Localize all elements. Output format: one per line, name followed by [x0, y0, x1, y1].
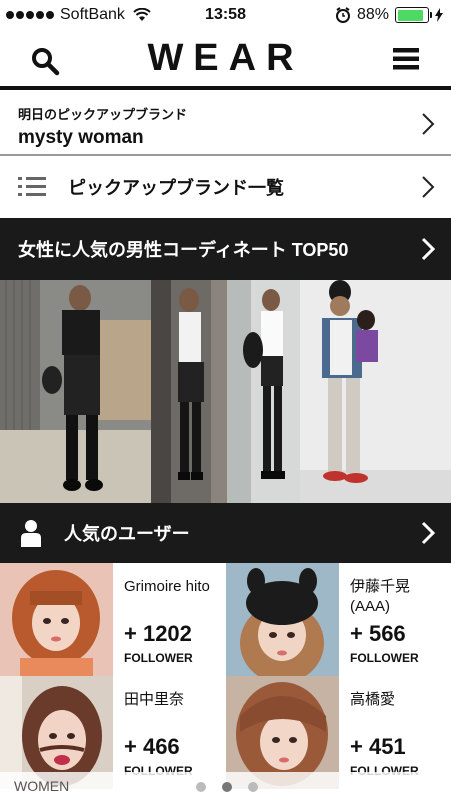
wifi-icon [133, 8, 151, 21]
wear-logo[interactable]: WEAR [147, 37, 303, 80]
top50-label: 女性に人気の男性コーディネート TOP50 [18, 240, 349, 260]
status-bar: SoftBank 13:58 88% [0, 0, 451, 30]
brand-list-label: ピックアップブランド一覧 [68, 178, 284, 198]
chevron-right-icon [422, 113, 435, 135]
clock: 13:58 [205, 6, 246, 23]
popular-users-grid: Grimoire hito + 1202 FOLLOWER 伊藤千晃 (AAA)… [0, 563, 451, 800]
coordinate-photo[interactable] [227, 280, 300, 503]
follower-count: + 466 [124, 734, 180, 759]
coordinate-photo[interactable] [300, 280, 451, 503]
pickup-brand-row[interactable]: 明日のピックアップブランド mysty woman [0, 94, 451, 156]
follower-count: + 566 [350, 621, 406, 646]
page-dot-active[interactable] [222, 782, 232, 792]
tab-women[interactable]: WOMEN [14, 778, 69, 794]
popular-users-label: 人気のユーザー [64, 524, 190, 544]
signal-icon [6, 11, 54, 19]
alarm-icon [335, 7, 350, 23]
battery-icon [395, 7, 432, 23]
follower-count: + 1202 [124, 621, 192, 646]
chevron-right-icon [422, 176, 435, 198]
coordinate-photo[interactable] [151, 280, 227, 503]
follower-label: FOLLOWER [350, 651, 419, 665]
page-dot[interactable] [248, 782, 258, 792]
page-dot[interactable] [196, 782, 206, 792]
search-icon[interactable] [30, 46, 60, 76]
user-card[interactable]: 伊藤千晃 (AAA) + 566 FOLLOWER [226, 563, 451, 676]
app-header: WEAR [0, 30, 451, 90]
user-card[interactable]: Grimoire hito + 1202 FOLLOWER [0, 563, 225, 676]
carrier-label: SoftBank [60, 6, 125, 23]
list-icon [18, 177, 46, 196]
battery-percent: 88% [356, 6, 389, 23]
user-avatar[interactable] [0, 563, 113, 676]
hamburger-menu-icon[interactable] [391, 44, 421, 74]
charging-icon [435, 8, 443, 22]
user-name: 田中里奈 [124, 691, 185, 708]
user-avatar[interactable] [226, 563, 339, 676]
pickup-brand-name: mysty woman [18, 126, 144, 148]
page-indicator[interactable] [196, 782, 258, 792]
brand-list-row[interactable]: ピックアップブランド一覧 [0, 158, 451, 216]
user-icon [21, 520, 41, 547]
chevron-right-icon [421, 521, 436, 545]
follower-label: FOLLOWER [124, 651, 193, 665]
chevron-right-icon [421, 237, 436, 261]
pickup-subtitle: 明日のピックアップブランド [18, 106, 188, 122]
top50-banner[interactable]: 女性に人気の男性コーディネート TOP50 [0, 218, 451, 280]
user-name: Grimoire hito [124, 578, 210, 595]
user-name: 高橋愛 [350, 691, 396, 708]
coordinate-photo-strip[interactable] [0, 280, 451, 503]
follower-count: + 451 [350, 734, 406, 759]
popular-users-banner[interactable]: 人気のユーザー [0, 503, 451, 563]
user-name: 伊藤千晃 (AAA) [350, 578, 411, 615]
bottom-tab-bar: WOMEN [0, 772, 451, 800]
coordinate-photo[interactable] [0, 280, 151, 503]
